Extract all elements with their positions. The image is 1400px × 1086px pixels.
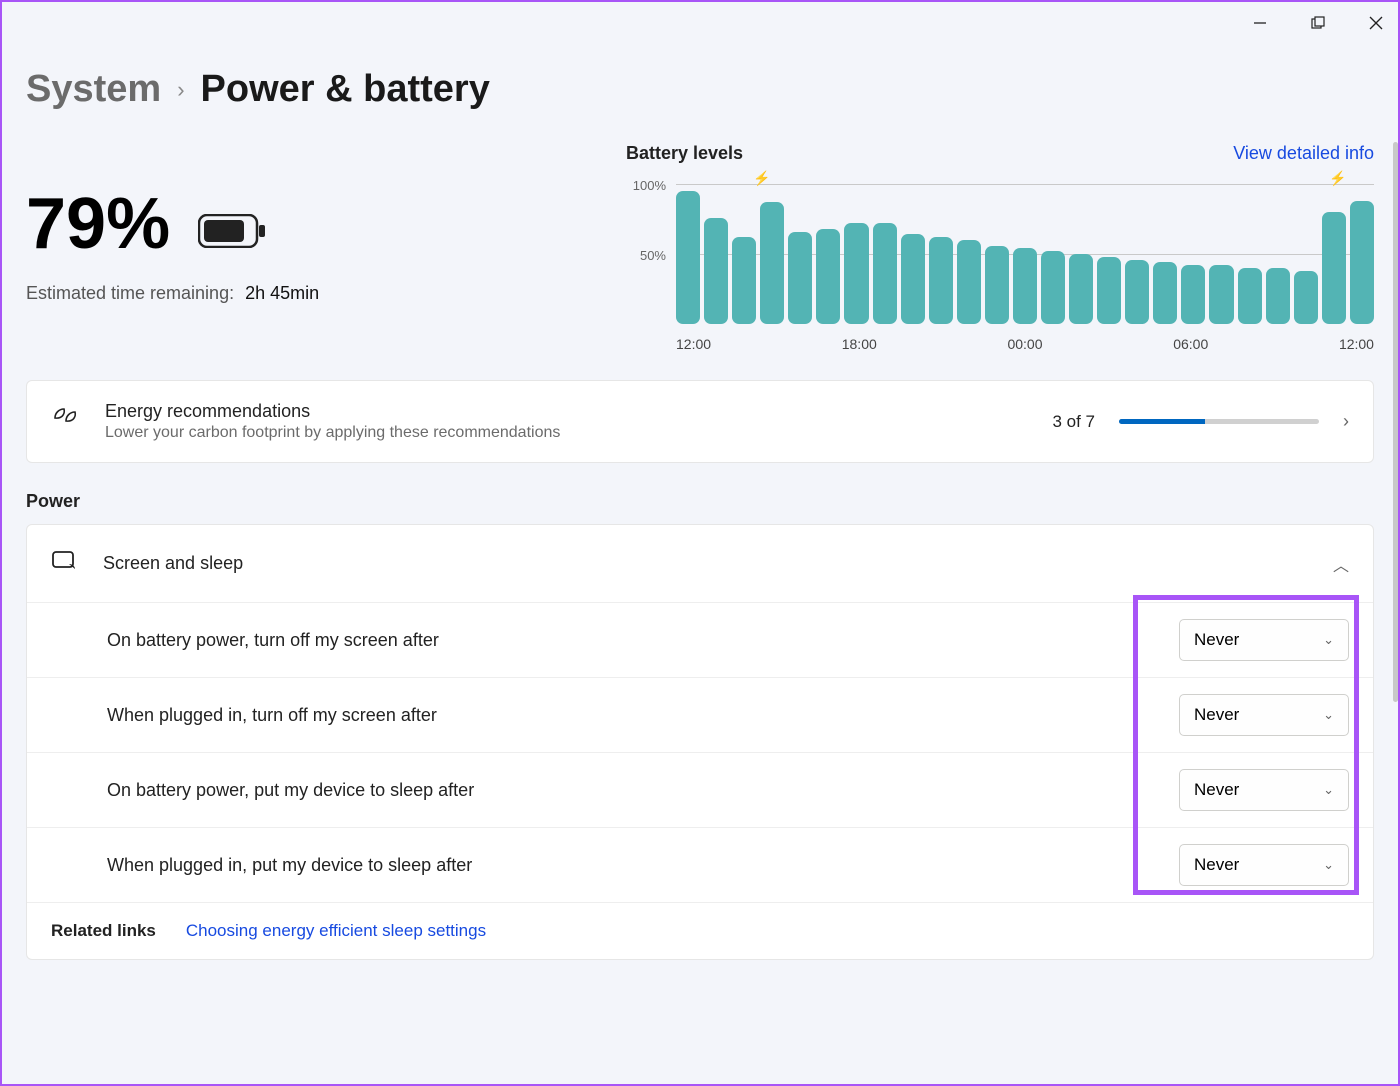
chevron-right-icon: › bbox=[177, 77, 184, 103]
chart-bar bbox=[1153, 262, 1177, 324]
chart-bar bbox=[1013, 248, 1037, 324]
breadcrumb: System › Power & battery bbox=[26, 68, 1374, 111]
chart-bar bbox=[1181, 265, 1205, 324]
power-section-label: Power bbox=[26, 491, 1374, 512]
screen-sleep-title: Screen and sleep bbox=[103, 553, 1309, 574]
setting-label: On battery power, put my device to sleep… bbox=[107, 780, 1179, 801]
chart-bar bbox=[704, 218, 728, 324]
chevron-down-icon: ⌄ bbox=[1323, 857, 1334, 873]
chart-bar bbox=[1350, 201, 1374, 324]
dropdown-value: Never bbox=[1194, 630, 1239, 650]
chevron-right-icon: › bbox=[1343, 411, 1349, 432]
scrollbar[interactable] bbox=[1393, 142, 1398, 702]
screen-sleep-header[interactable]: Screen and sleep ︿ bbox=[27, 525, 1373, 603]
setting-row: When plugged in, turn off my screen afte… bbox=[27, 678, 1373, 753]
energy-subtitle: Lower your carbon footprint by applying … bbox=[105, 424, 1028, 442]
chart-bar bbox=[1125, 260, 1149, 324]
chart-xlabel: 00:00 bbox=[1007, 336, 1042, 352]
chart-bar bbox=[873, 223, 897, 324]
chart-bar bbox=[985, 246, 1009, 324]
setting-row: When plugged in, put my device to sleep … bbox=[27, 828, 1373, 902]
view-detailed-link[interactable]: View detailed info bbox=[1233, 143, 1374, 164]
chart-bar bbox=[760, 202, 784, 324]
dropdown-value: Never bbox=[1194, 855, 1239, 875]
chart-xlabel: 06:00 bbox=[1173, 336, 1208, 352]
battery-icon bbox=[198, 183, 266, 265]
setting-label: When plugged in, turn off my screen afte… bbox=[107, 705, 1179, 726]
energy-count: 3 of 7 bbox=[1052, 412, 1095, 432]
sleep-plugged-dropdown[interactable]: Never ⌄ bbox=[1179, 844, 1349, 886]
chevron-down-icon: ⌄ bbox=[1323, 782, 1334, 798]
chart-bar bbox=[788, 232, 812, 324]
setting-label: On battery power, turn off my screen aft… bbox=[107, 630, 1179, 651]
setting-label: When plugged in, put my device to sleep … bbox=[107, 855, 1179, 876]
chart-xlabel: 12:00 bbox=[676, 336, 711, 352]
maximize-button[interactable] bbox=[1304, 9, 1332, 37]
chart-bar bbox=[1266, 268, 1290, 324]
chevron-down-icon: ⌄ bbox=[1323, 707, 1334, 723]
chevron-up-icon: ︿ bbox=[1333, 552, 1349, 576]
page-title: Power & battery bbox=[201, 68, 490, 111]
minimize-button[interactable] bbox=[1246, 9, 1274, 37]
energy-progress bbox=[1119, 419, 1319, 424]
screen-sleep-expander: Screen and sleep ︿ On battery power, tur… bbox=[26, 524, 1374, 960]
related-link[interactable]: Choosing energy efficient sleep settings bbox=[186, 921, 486, 941]
battery-percent: 79% bbox=[26, 183, 170, 265]
chart-bar bbox=[1041, 251, 1065, 324]
chart-title: Battery levels bbox=[626, 143, 743, 164]
screen-off-battery-dropdown[interactable]: Never ⌄ bbox=[1179, 619, 1349, 661]
chart-bar bbox=[844, 223, 868, 324]
close-button[interactable] bbox=[1362, 9, 1390, 37]
chart-bar bbox=[929, 237, 953, 324]
battery-chart: Battery levels View detailed info 100% 5… bbox=[626, 143, 1374, 352]
chevron-down-icon: ⌄ bbox=[1323, 632, 1334, 648]
dropdown-value: Never bbox=[1194, 705, 1239, 725]
chart-bar bbox=[1209, 265, 1233, 324]
screen-icon bbox=[51, 547, 79, 580]
chart-xlabel: 12:00 bbox=[1339, 336, 1374, 352]
estimated-value: 2h 45min bbox=[245, 283, 319, 303]
setting-row: On battery power, turn off my screen aft… bbox=[27, 603, 1373, 678]
chart-bar bbox=[1069, 254, 1093, 324]
chart-bar bbox=[1322, 212, 1346, 324]
screen-off-plugged-dropdown[interactable]: Never ⌄ bbox=[1179, 694, 1349, 736]
dropdown-value: Never bbox=[1194, 780, 1239, 800]
chart-bar bbox=[901, 234, 925, 324]
chart-bar bbox=[1238, 268, 1262, 324]
battery-status: 79% Estimated time remaining: 2h 45min bbox=[26, 143, 586, 304]
chart-bar bbox=[1294, 271, 1318, 324]
chart-ylabel: 100% bbox=[633, 178, 666, 193]
chart-xlabel: 18:00 bbox=[842, 336, 877, 352]
setting-row: On battery power, put my device to sleep… bbox=[27, 753, 1373, 828]
chart-bar bbox=[676, 191, 700, 324]
chart-bar bbox=[957, 240, 981, 324]
chart-bar bbox=[1097, 257, 1121, 324]
titlebar bbox=[2, 2, 1398, 44]
related-label: Related links bbox=[51, 921, 156, 941]
energy-recommendations-card[interactable]: Energy recommendations Lower your carbon… bbox=[26, 380, 1374, 463]
chart-bar bbox=[732, 237, 756, 324]
breadcrumb-parent[interactable]: System bbox=[26, 68, 161, 111]
chart-ylabel: 50% bbox=[640, 248, 666, 263]
chart-bar bbox=[816, 229, 840, 324]
energy-title: Energy recommendations bbox=[105, 401, 1028, 422]
estimated-label: Estimated time remaining: bbox=[26, 283, 234, 303]
charging-icon: ⚡ bbox=[1329, 170, 1346, 187]
charging-icon: ⚡ bbox=[753, 170, 770, 187]
sleep-battery-dropdown[interactable]: Never ⌄ bbox=[1179, 769, 1349, 811]
leaf-icon bbox=[51, 404, 81, 439]
related-links-row: Related links Choosing energy efficient … bbox=[27, 902, 1373, 959]
